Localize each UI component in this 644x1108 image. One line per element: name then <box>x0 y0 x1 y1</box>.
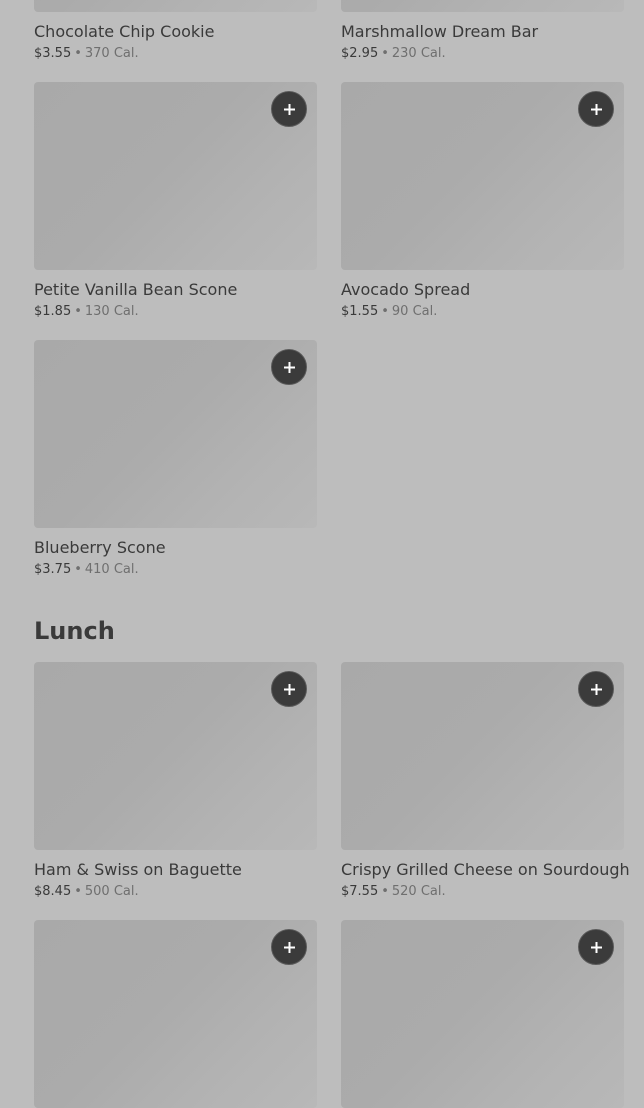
add-item-button[interactable] <box>271 349 307 385</box>
item-price: $3.55 <box>34 46 72 61</box>
plus-icon <box>283 103 295 115</box>
separator: • <box>381 46 389 61</box>
separator: • <box>381 304 389 319</box>
plus-icon <box>283 941 295 953</box>
item-meta: $3.55 • 370 Cal. <box>34 45 317 62</box>
item-name[interactable]: Petite Vanilla Bean Scone <box>34 280 317 300</box>
separator: • <box>74 46 82 61</box>
item-price: $2.95 <box>341 46 379 61</box>
menu-item-card[interactable]: Blueberry Scone $3.75 • 410 Cal. <box>34 340 317 578</box>
menu-item-card[interactable] <box>34 920 317 1108</box>
item-meta: $7.55 • 520 Cal. <box>341 883 624 900</box>
menu-item-card[interactable]: Ham & Swiss on Baguette $8.45 • 500 Cal. <box>34 662 317 900</box>
item-calories: 230 Cal. <box>391 46 446 61</box>
menu-item-card[interactable] <box>341 920 624 1108</box>
item-image[interactable] <box>341 920 624 1108</box>
item-price: $8.45 <box>34 884 72 899</box>
item-name[interactable]: Chocolate Chip Cookie <box>34 22 317 42</box>
item-meta: $3.75 • 410 Cal. <box>34 561 317 578</box>
item-meta: $2.95 • 230 Cal. <box>341 45 624 62</box>
item-image[interactable] <box>341 82 624 270</box>
item-calories: 90 Cal. <box>391 304 438 319</box>
add-item-button[interactable] <box>271 91 307 127</box>
menu-item-card[interactable]: Avocado Spread $1.55 • 90 Cal. <box>341 82 624 320</box>
item-image[interactable] <box>341 662 624 850</box>
item-calories: 500 Cal. <box>84 884 139 899</box>
item-price: $3.75 <box>34 562 72 577</box>
item-image[interactable] <box>34 662 317 850</box>
item-image[interactable] <box>34 340 317 528</box>
item-name[interactable]: Blueberry Scone <box>34 538 317 558</box>
item-calories: 130 Cal. <box>84 304 139 319</box>
add-item-button[interactable] <box>578 671 614 707</box>
section-title-lunch: Lunch <box>34 617 115 645</box>
item-calories: 520 Cal. <box>391 884 446 899</box>
item-name[interactable]: Crispy Grilled Cheese on Sourdough <box>341 860 630 880</box>
item-name[interactable]: Avocado Spread <box>341 280 624 300</box>
item-meta: $1.85 • 130 Cal. <box>34 303 317 320</box>
menu-item-card[interactable]: Petite Vanilla Bean Scone $1.85 • 130 Cal. <box>34 82 317 320</box>
menu-item-card[interactable]: Chocolate Chip Cookie $3.55 • 370 Cal. <box>34 0 317 62</box>
item-image[interactable] <box>34 82 317 270</box>
item-calories: 410 Cal. <box>84 562 139 577</box>
separator: • <box>381 884 389 899</box>
item-meta: $8.45 • 500 Cal. <box>34 883 317 900</box>
plus-icon <box>283 361 295 373</box>
add-item-button[interactable] <box>271 929 307 965</box>
separator: • <box>74 884 82 899</box>
item-price: $1.85 <box>34 304 72 319</box>
item-image[interactable] <box>34 920 317 1108</box>
item-image[interactable] <box>341 0 624 12</box>
add-item-button[interactable] <box>578 929 614 965</box>
add-item-button[interactable] <box>578 91 614 127</box>
add-item-button[interactable] <box>271 671 307 707</box>
item-image[interactable] <box>34 0 317 12</box>
plus-icon <box>283 683 295 695</box>
item-name[interactable]: Marshmallow Dream Bar <box>341 22 624 42</box>
item-price: $7.55 <box>341 884 379 899</box>
item-price: $1.55 <box>341 304 379 319</box>
menu-item-card[interactable]: Marshmallow Dream Bar $2.95 • 230 Cal. <box>341 0 624 62</box>
item-meta: $1.55 • 90 Cal. <box>341 303 624 320</box>
separator: • <box>74 304 82 319</box>
plus-icon <box>590 941 602 953</box>
item-calories: 370 Cal. <box>84 46 139 61</box>
menu-item-card[interactable]: Crispy Grilled Cheese on Sourdough $7.55… <box>341 662 630 900</box>
plus-icon <box>590 103 602 115</box>
separator: • <box>74 562 82 577</box>
item-name[interactable]: Ham & Swiss on Baguette <box>34 860 317 880</box>
plus-icon <box>590 683 602 695</box>
